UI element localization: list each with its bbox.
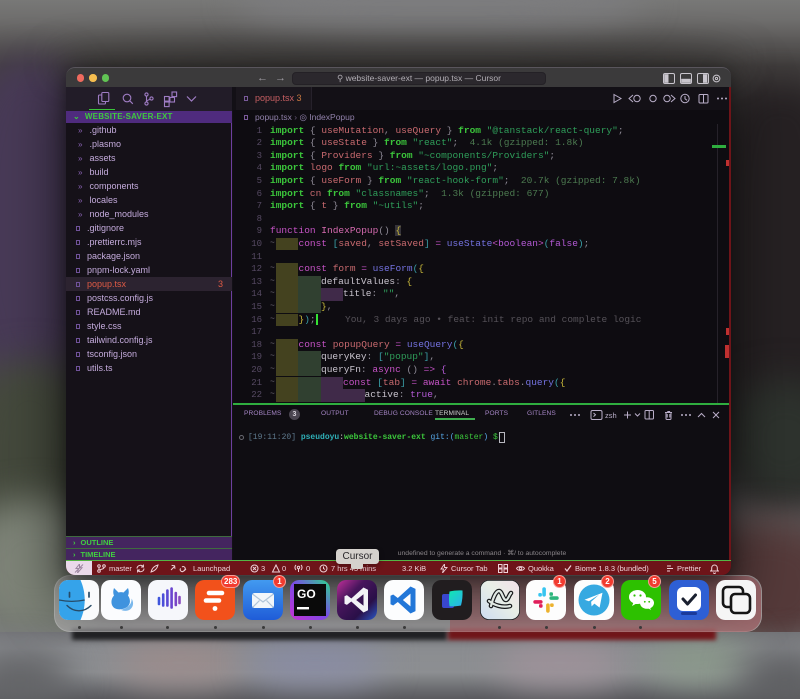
svg-text:zsh: zsh (605, 411, 617, 420)
svg-text:GO: GO (297, 587, 316, 601)
